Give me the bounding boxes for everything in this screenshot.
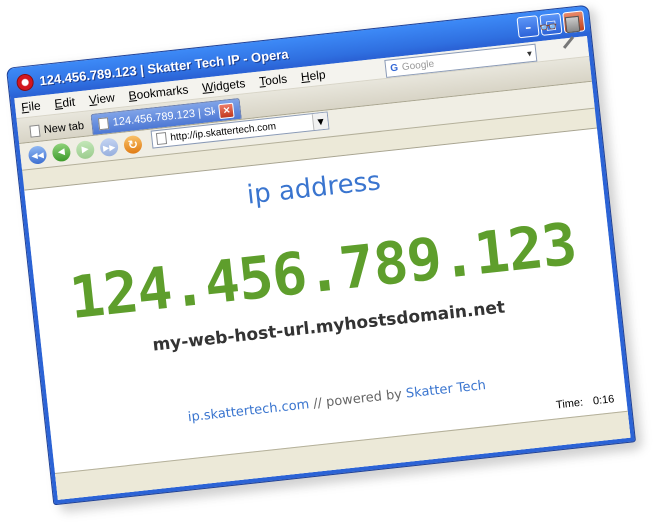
menu-widgets[interactable]: Widgets: [201, 76, 246, 95]
page-icon: [155, 132, 168, 146]
menu-view[interactable]: View: [88, 90, 115, 107]
pencil-icon[interactable]: [562, 36, 575, 49]
fast-forward-icon[interactable]: ▶▶: [99, 137, 120, 158]
page-content: ip address 124.456.789.123 my-web-host-u…: [24, 127, 631, 500]
opera-logo-icon: [15, 72, 35, 92]
rewind-icon[interactable]: ◀◀: [27, 145, 48, 165]
tab-close-icon[interactable]: ✕: [218, 102, 235, 119]
menu-file[interactable]: File: [21, 98, 42, 114]
menu-tools[interactable]: Tools: [258, 72, 287, 89]
menu-bookmarks[interactable]: Bookmarks: [128, 82, 189, 102]
status-time-label: Time:: [555, 396, 584, 412]
reload-icon[interactable]: ↻: [123, 134, 143, 155]
window-client: File Edit View Bookmarks Widgets Tools H…: [14, 15, 631, 500]
footer-separator: // powered by: [308, 386, 407, 413]
minimize-button[interactable]: –: [516, 15, 540, 39]
browser-stage: 124.456.789.123 | Skatter Tech IP - Oper…: [5, 4, 643, 513]
new-tab-label: New tab: [43, 119, 85, 137]
screenshot-canvas: { "window": { "title": "124.456.789.123 …: [0, 0, 653, 531]
google-logo-icon: G: [389, 62, 399, 74]
search-placeholder: Google: [401, 58, 435, 73]
page-icon: [29, 124, 41, 138]
footer-brand-link[interactable]: Skatter Tech: [405, 378, 486, 402]
trash-icon[interactable]: [564, 15, 581, 34]
menu-help[interactable]: Help: [300, 67, 326, 84]
forward-icon[interactable]: ▶: [75, 139, 96, 160]
glasses-icon[interactable]: 👓: [538, 17, 558, 37]
footer-site-link[interactable]: ip.skattertech.com: [187, 397, 310, 425]
search-dropdown-icon[interactable]: ▼: [525, 48, 534, 58]
menu-edit[interactable]: Edit: [54, 95, 76, 111]
back-icon[interactable]: ◀: [51, 142, 72, 163]
page-icon: [98, 117, 110, 131]
address-dropdown-icon[interactable]: ▼: [311, 112, 329, 131]
status-time-value: 0:16: [592, 393, 615, 408]
browser-window: 124.456.789.123 | Skatter Tech IP - Oper…: [5, 4, 637, 506]
status-time: Time: 0:16: [555, 393, 614, 411]
